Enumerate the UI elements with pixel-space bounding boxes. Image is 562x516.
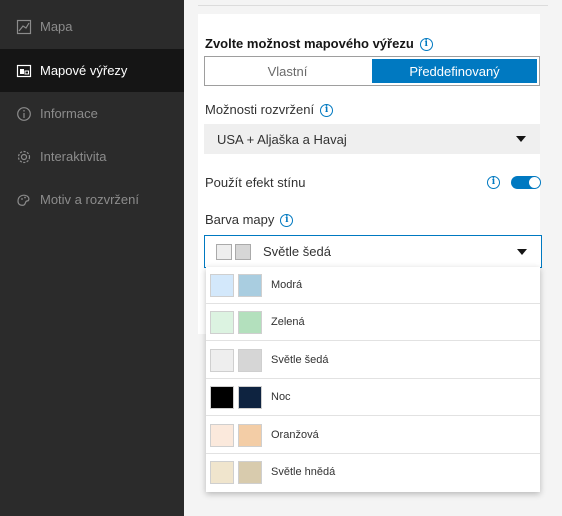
sidebar-item-label: Mapové výřezy — [40, 63, 128, 78]
shadow-label: Použít efekt stínu — [205, 175, 306, 190]
extent-option-heading: Zvolte možnost mapového výřezu i — [205, 36, 433, 52]
color-swatch — [238, 461, 262, 484]
custom-option[interactable]: Vlastní — [205, 57, 370, 85]
info-icon[interactable]: i — [320, 104, 334, 118]
color-swatch — [235, 244, 251, 260]
color-swatch — [238, 274, 262, 297]
caret-down-icon — [517, 249, 527, 255]
color-swatch — [216, 244, 232, 260]
option-label: Zelená — [271, 316, 305, 328]
sidebar-item-label: Motiv a rozvržení — [40, 192, 139, 207]
color-swatch — [238, 386, 262, 409]
option-label: Modrá — [271, 279, 303, 291]
map-extent-icon — [16, 63, 32, 79]
sidebar-item-label: Mapa — [40, 19, 73, 34]
info-icon[interactable]: i — [280, 214, 294, 228]
layout-select-value: USA + Aljaška a Havaj — [217, 131, 347, 147]
color-swatch — [210, 386, 234, 409]
color-swatch — [210, 349, 234, 372]
layout-options-label: Možnosti rozvržení i — [205, 102, 334, 118]
sidebar-item-label: Interaktivita — [40, 149, 107, 164]
shadow-toggle[interactable] — [511, 176, 541, 189]
color-option-blue[interactable]: Modrá — [206, 267, 540, 304]
divider — [198, 0, 548, 6]
color-swatch — [210, 311, 234, 334]
map-color-select[interactable]: Světle šedá — [204, 235, 542, 268]
color-option-light-brown[interactable]: Světle hnědá — [206, 454, 540, 491]
color-swatch — [238, 311, 262, 334]
label-text: Možnosti rozvržení — [205, 102, 315, 117]
extent-type-toggle: Vlastní Předdefinovaný — [204, 56, 540, 86]
palette-icon — [16, 192, 32, 208]
caret-down-icon — [516, 136, 526, 142]
sidebar-item-info[interactable]: Informace — [0, 92, 184, 135]
heading-text: Zvolte možnost mapového výřezu — [205, 36, 414, 51]
predefined-option[interactable]: Předdefinovaný — [372, 59, 537, 83]
color-option-green[interactable]: Zelená — [206, 304, 540, 341]
option-label: Světle šedá — [271, 354, 329, 366]
option-label: Oranžová — [271, 429, 319, 441]
sidebar-item-label: Informace — [40, 106, 98, 121]
sidebar-item-map[interactable]: Mapa — [0, 5, 184, 48]
option-label: Noc — [271, 391, 291, 403]
color-swatch — [238, 424, 262, 447]
color-swatch — [210, 424, 234, 447]
color-option-light-gray[interactable]: Světle šedá — [206, 342, 540, 379]
map-color-label: Barva mapy i — [205, 212, 294, 228]
map-color-value: Světle šedá — [263, 244, 331, 259]
map-color-dropdown: Modrá Zelená Světle šedá Noc Oranžová Sv… — [206, 267, 540, 492]
info-icon[interactable]: i — [419, 38, 433, 52]
gear-icon — [16, 149, 32, 165]
sidebar-item-map-extents[interactable]: Mapové výřezy — [0, 49, 184, 92]
color-swatch — [210, 461, 234, 484]
toggle-knob — [529, 177, 540, 188]
color-option-night[interactable]: Noc — [206, 379, 540, 416]
main-panel: Zvolte možnost mapového výřezu i Vlastní … — [184, 0, 562, 516]
label-text: Barva mapy — [205, 212, 275, 227]
color-swatch — [210, 274, 234, 297]
layout-select[interactable]: USA + Aljaška a Havaj — [204, 124, 540, 154]
sidebar-item-theme-layout[interactable]: Motiv a rozvržení — [0, 178, 184, 221]
sidebar-item-interactivity[interactable]: Interaktivita — [0, 135, 184, 178]
map-icon — [16, 19, 32, 35]
info-icon — [16, 106, 32, 122]
color-option-orange[interactable]: Oranžová — [206, 417, 540, 454]
option-label: Světle hnědá — [271, 466, 336, 478]
color-swatch — [238, 349, 262, 372]
info-icon[interactable]: i — [487, 176, 500, 189]
sidebar: Mapa Mapové výřezy Informace Interaktivi… — [0, 0, 184, 516]
